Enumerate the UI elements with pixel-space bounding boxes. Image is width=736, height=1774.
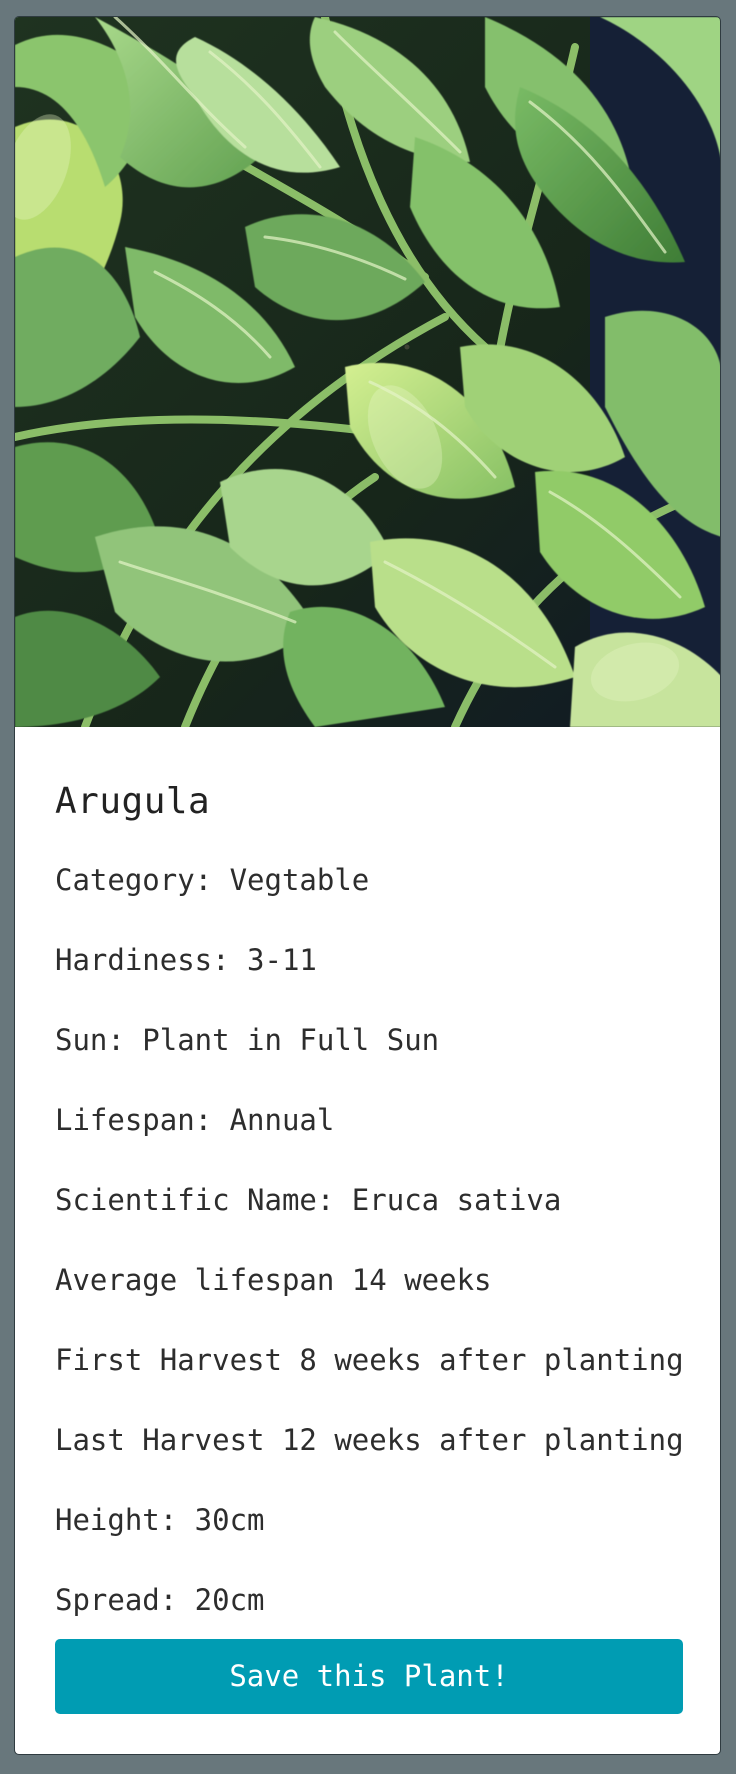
plant-first-harvest: First Harvest 8 weeks after planting — [55, 1343, 684, 1377]
plant-sun: Sun: Plant in Full Sun — [55, 1023, 440, 1057]
plant-name: Arugula — [55, 781, 211, 822]
plant-lifespan: Lifespan: Annual — [55, 1103, 335, 1137]
plant-hardiness: Hardiness: 3-11 — [55, 943, 317, 977]
plant-category: Category: Vegtable — [55, 863, 370, 897]
plant-photo — [15, 17, 720, 727]
arugula-leaves-image — [15, 17, 720, 727]
plant-spread: Spread: 20cm — [55, 1583, 265, 1617]
plant-height: Height: 30cm — [55, 1503, 265, 1537]
save-plant-button[interactable]: Save this Plant! — [55, 1639, 683, 1714]
plant-average-lifespan: Average lifespan 14 weeks — [55, 1263, 492, 1297]
plant-scientific-name: Scientific Name: Eruca sativa — [55, 1183, 562, 1217]
plant-card: Arugula Category: Vegtable Hardiness: 3-… — [14, 16, 721, 1755]
plant-last-harvest: Last Harvest 12 weeks after planting — [55, 1423, 684, 1457]
